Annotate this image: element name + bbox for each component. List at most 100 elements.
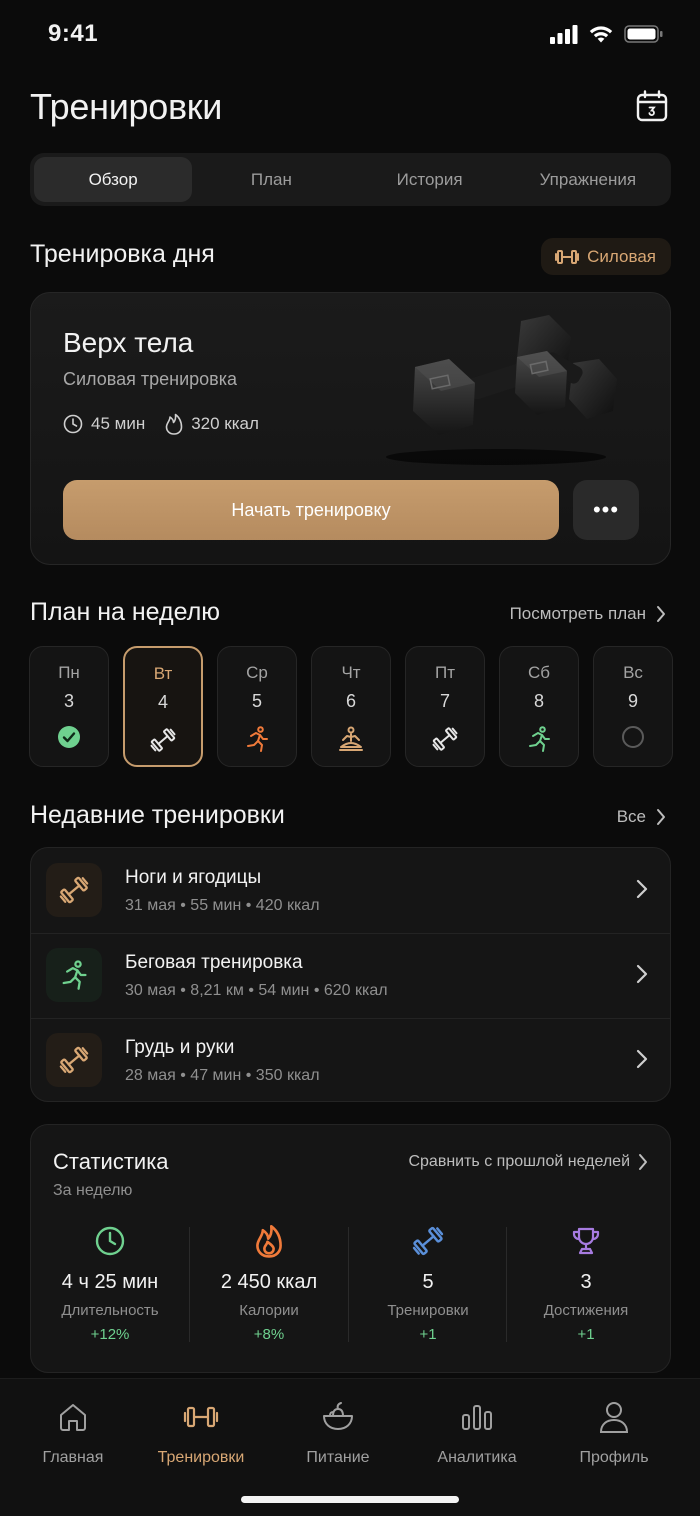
calendar-icon [636, 90, 668, 122]
dumbbell-icon [59, 1046, 89, 1074]
row-meta: 28 мая • 47 мин • 350 ккал [125, 1067, 320, 1084]
stats-card: Статистика За неделю Сравнить с прошлой … [30, 1124, 671, 1373]
stat-value: 5 [422, 1271, 434, 1293]
workout-calories: 320 ккал [165, 413, 259, 435]
status-time: 9:41 [48, 20, 99, 47]
list-item[interactable]: Ноги и ягодицы 31 мая • 55 мин • 420 кка… [31, 848, 670, 933]
stat-value: 2 450 ккал [220, 1271, 318, 1293]
view-plan-link[interactable]: Посмотреть план [510, 604, 666, 624]
workout-meta: 45 мин 320 ккал [63, 413, 259, 435]
check-icon [58, 726, 80, 748]
stat-delta: +12% [90, 1326, 130, 1343]
list-item[interactable]: Беговая тренировка 30 мая • 8,21 км • 54… [31, 933, 670, 1018]
trophy-icon [572, 1227, 600, 1255]
day-wed[interactable]: Ср 5 [217, 646, 297, 767]
dumbbell-icon [183, 1406, 219, 1428]
home-icon [60, 1404, 86, 1431]
chevron-right-icon [639, 1154, 647, 1170]
day-date: 7 [439, 691, 450, 711]
day-sun[interactable]: Вс 9 [593, 646, 673, 767]
row-meta: 31 мая • 55 мин • 420 ккал [125, 897, 320, 914]
week-plan-title: План на неделю [30, 598, 221, 626]
dumbbell-icon [555, 249, 580, 264]
flame-icon [256, 1225, 282, 1258]
tab-nutrition[interactable]: Питание [273, 1399, 403, 1467]
stat-delta: +1 [419, 1326, 437, 1343]
row-icon [46, 863, 102, 917]
yoga-icon [339, 726, 363, 751]
day-date: 5 [251, 691, 262, 711]
recent-workouts-title: Недавние тренировки [30, 801, 285, 829]
start-workout-button[interactable]: Начать тренировку [63, 480, 559, 540]
segmented-tabs: Обзор План История Упражнения [30, 153, 671, 206]
flame-icon [165, 413, 183, 435]
calendar-button[interactable] [632, 86, 672, 126]
day-name: Ср [246, 663, 268, 682]
more-icon: ••• [592, 497, 620, 522]
chevron-right-icon [636, 879, 648, 899]
workout-type-label: Силовая [587, 246, 656, 266]
dumbbell-icon [150, 728, 176, 752]
person-icon [599, 1402, 629, 1433]
stat-duration: 4 ч 25 мин Длительность +12% [31, 1223, 189, 1343]
day-mon[interactable]: Пн 3 [29, 646, 109, 767]
stats-title: Статистика [53, 1149, 169, 1174]
tab-analytics[interactable]: Аналитика [412, 1399, 542, 1467]
day-workout-card: Верх тела Силовая тренировка 45 мин 320 … [30, 292, 671, 565]
compare-link[interactable]: Сравнить с прошлой неделей [408, 1153, 648, 1171]
tab-label: Профиль [579, 1449, 649, 1466]
view-plan-label: Посмотреть план [509, 604, 646, 623]
stat-delta: +8% [253, 1326, 285, 1343]
tab-label: Тренировки [157, 1449, 245, 1466]
row-meta: 30 мая • 8,21 км • 54 мин • 620 ккал [125, 982, 388, 999]
day-name: Пт [434, 663, 455, 682]
chevron-right-icon [657, 809, 665, 825]
home-indicator [241, 1496, 459, 1503]
tab-exercises[interactable]: Упражнения [509, 157, 667, 202]
day-thu[interactable]: Чт 6 [311, 646, 391, 767]
stat-label: Достижения [543, 1302, 629, 1319]
day-date: 9 [627, 691, 638, 711]
wifi-icon [589, 26, 613, 43]
day-name: Чт [341, 663, 361, 682]
tab-workouts[interactable]: Тренировки [136, 1399, 266, 1467]
day-date: 4 [157, 692, 168, 712]
row-title: Беговая тренировка [125, 952, 303, 973]
stats-subtitle: За неделю [53, 1182, 133, 1199]
day-date: 3 [63, 691, 74, 711]
dumbbell-icon [59, 876, 89, 904]
stat-value: 4 ч 25 мин [61, 1271, 159, 1293]
stat-label: Тренировки [387, 1302, 469, 1319]
stat-achievements: 3 Достижения +1 [507, 1223, 665, 1343]
chevron-right-icon [636, 964, 648, 984]
status-bar: 9:41 [0, 0, 700, 70]
tab-profile[interactable]: Профиль [549, 1399, 679, 1467]
row-icon [46, 948, 102, 1002]
workout-duration-value: 45 мин [91, 414, 146, 433]
tab-home[interactable]: Главная [8, 1399, 138, 1467]
list-item[interactable]: Грудь и руки 28 мая • 47 мин • 350 ккал [31, 1018, 670, 1101]
recent-all-link[interactable]: Все [617, 807, 666, 827]
workout-calories-value: 320 ккал [191, 414, 259, 433]
workout-type-badge[interactable]: Силовая [541, 238, 671, 275]
more-options-button[interactable]: ••• [573, 480, 639, 540]
tab-plan[interactable]: План [192, 157, 350, 202]
tab-history[interactable]: История [351, 157, 509, 202]
day-name: Вт [153, 664, 173, 683]
workout-duration: 45 мин [63, 414, 145, 434]
day-fri[interactable]: Пт 7 [405, 646, 485, 767]
tab-overview[interactable]: Обзор [34, 157, 193, 202]
dumbbell-icon [432, 727, 458, 751]
day-tue[interactable]: Вт 4 [123, 646, 203, 767]
stat-label: Длительность [61, 1302, 159, 1319]
run-icon [62, 960, 87, 990]
recent-workouts-list: Ноги и ягодицы 31 мая • 55 мин • 420 кка… [30, 847, 671, 1102]
workout-title: Верх тела [63, 327, 194, 358]
stat-workouts: 5 Тренировки +1 [349, 1223, 507, 1343]
chevron-right-icon [657, 606, 665, 622]
day-sat[interactable]: Сб 8 [499, 646, 579, 767]
day-workout-title: Тренировка дня [30, 240, 215, 268]
compare-label: Сравнить с прошлой неделей [408, 1153, 630, 1170]
row-title: Ноги и ягодицы [125, 867, 262, 888]
day-date: 6 [345, 691, 356, 711]
